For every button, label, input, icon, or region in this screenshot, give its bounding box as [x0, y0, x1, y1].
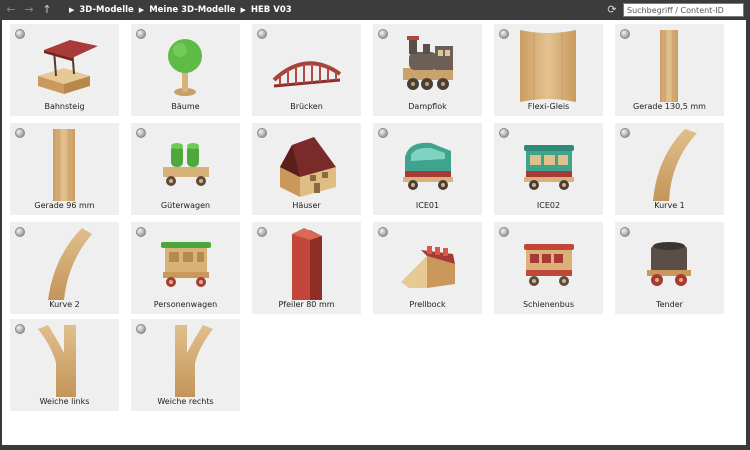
- breadcrumb-item-3d-modelle[interactable]: 3D-Modelle: [79, 5, 133, 15]
- model-tile-dampflok[interactable]: Dampflok: [373, 24, 482, 116]
- forward-arrow-icon[interactable]: →: [22, 3, 36, 17]
- model-label: Prellbock: [409, 300, 446, 309]
- breadcrumb-separator-icon: ▶: [69, 6, 75, 14]
- model-label: Personenwagen: [153, 300, 218, 309]
- model-tile-flexi-gleis[interactable]: Flexi-Gleis: [494, 24, 603, 116]
- model-label: Güterwagen: [160, 201, 211, 210]
- platform-model-icon: [38, 40, 98, 94]
- breadcrumb-separator-icon: ▶: [240, 6, 246, 14]
- freight-wagon-model-icon: [163, 143, 209, 186]
- breadcrumb-item-meine-3d-modelle[interactable]: Meine 3D-Modelle: [149, 5, 235, 15]
- model-label: Kurve 1: [654, 201, 685, 210]
- flex-track-model-icon: [520, 30, 576, 102]
- refresh-icon[interactable]: ⟳: [605, 3, 619, 17]
- house-model-icon: [280, 137, 336, 197]
- window-bottom-border: [0, 445, 750, 450]
- model-label: Gerade 130,5 mm: [633, 102, 706, 111]
- model-label: Weiche links: [39, 397, 90, 406]
- model-grid: Bahnsteig Bäume Brücken Dampflok Flexi-G…: [2, 20, 746, 445]
- model-label: Bäume: [171, 102, 200, 111]
- breadcrumb-separator-icon: ▶: [138, 6, 145, 14]
- breadcrumb-item-heb-v03[interactable]: HEB V03: [251, 5, 292, 15]
- model-label: Weiche rechts: [157, 397, 214, 406]
- model-label: ICE01: [415, 201, 440, 210]
- model-tile-weiche-rechts[interactable]: Weiche rechts: [131, 319, 240, 411]
- switch-left-model-icon: [38, 325, 76, 397]
- model-tile-bruecken[interactable]: Brücken: [252, 24, 361, 116]
- model-label: Flexi-Gleis: [527, 102, 570, 111]
- passenger-car-model-icon: [161, 242, 211, 287]
- model-tile-gerade-96[interactable]: Gerade 96 mm: [10, 123, 119, 215]
- ice02-train-model-icon: [524, 145, 574, 190]
- model-tile-gerade-130[interactable]: Gerade 130,5 mm: [615, 24, 724, 116]
- model-tile-gueterwagen[interactable]: Güterwagen: [131, 123, 240, 215]
- model-tile-baeume[interactable]: Bäume: [131, 24, 240, 116]
- model-label: Dampflok: [408, 102, 447, 111]
- model-label: Häuser: [292, 201, 321, 210]
- railbus-model-icon: [524, 244, 574, 286]
- straight-track-long-model-icon: [660, 30, 678, 102]
- steam-locomotive-model-icon: [403, 36, 453, 90]
- model-label: Tender: [656, 300, 683, 309]
- model-tile-schienenbus[interactable]: Schienenbus: [494, 222, 603, 314]
- model-label: Brücken: [290, 102, 323, 111]
- model-tile-kurve-2[interactable]: Kurve 2: [10, 222, 119, 314]
- model-label: Pfeiler 80 mm: [278, 300, 335, 309]
- bridge-model-icon: [272, 61, 342, 88]
- curve-track-1-model-icon: [653, 129, 697, 201]
- pillar-model-icon: [292, 228, 322, 300]
- model-tile-pfeiler[interactable]: Pfeiler 80 mm: [252, 222, 361, 314]
- model-label: Gerade 96 mm: [34, 201, 95, 210]
- model-tile-weiche-links[interactable]: Weiche links: [10, 319, 119, 411]
- breadcrumb: ▶ 3D-Modelle ▶ Meine 3D-Modelle ▶ HEB V0…: [64, 5, 292, 15]
- up-arrow-icon[interactable]: ↑: [40, 3, 54, 17]
- model-tile-tender[interactable]: Tender: [615, 222, 724, 314]
- model-tile-prellbock[interactable]: Prellbock: [373, 222, 482, 314]
- model-tile-kurve-1[interactable]: Kurve 1: [615, 123, 724, 215]
- model-label: Schienenbus: [522, 300, 575, 309]
- buffer-stop-model-icon: [401, 246, 455, 288]
- model-label: ICE02: [536, 201, 561, 210]
- model-label: Bahnsteig: [44, 102, 85, 111]
- model-label: Kurve 2: [49, 300, 80, 309]
- model-tile-ice02[interactable]: ICE02: [494, 123, 603, 215]
- model-tile-haeuser[interactable]: Häuser: [252, 123, 361, 215]
- tender-model-icon: [647, 242, 691, 286]
- model-tile-bahnsteig[interactable]: Bahnsteig: [10, 24, 119, 116]
- tree-model-icon: [168, 39, 202, 96]
- straight-track-short-model-icon: [53, 129, 75, 201]
- search-input[interactable]: [623, 3, 744, 17]
- ice01-train-model-icon: [403, 142, 453, 190]
- model-tile-ice01[interactable]: ICE01: [373, 123, 482, 215]
- toolbar: ← → ↑ ▶ 3D-Modelle ▶ Meine 3D-Modelle ▶ …: [0, 0, 750, 20]
- switch-right-model-icon: [175, 325, 213, 397]
- curve-track-2-model-icon: [48, 228, 92, 300]
- model-tile-personenwagen[interactable]: Personenwagen: [131, 222, 240, 314]
- back-arrow-icon[interactable]: ←: [4, 3, 18, 17]
